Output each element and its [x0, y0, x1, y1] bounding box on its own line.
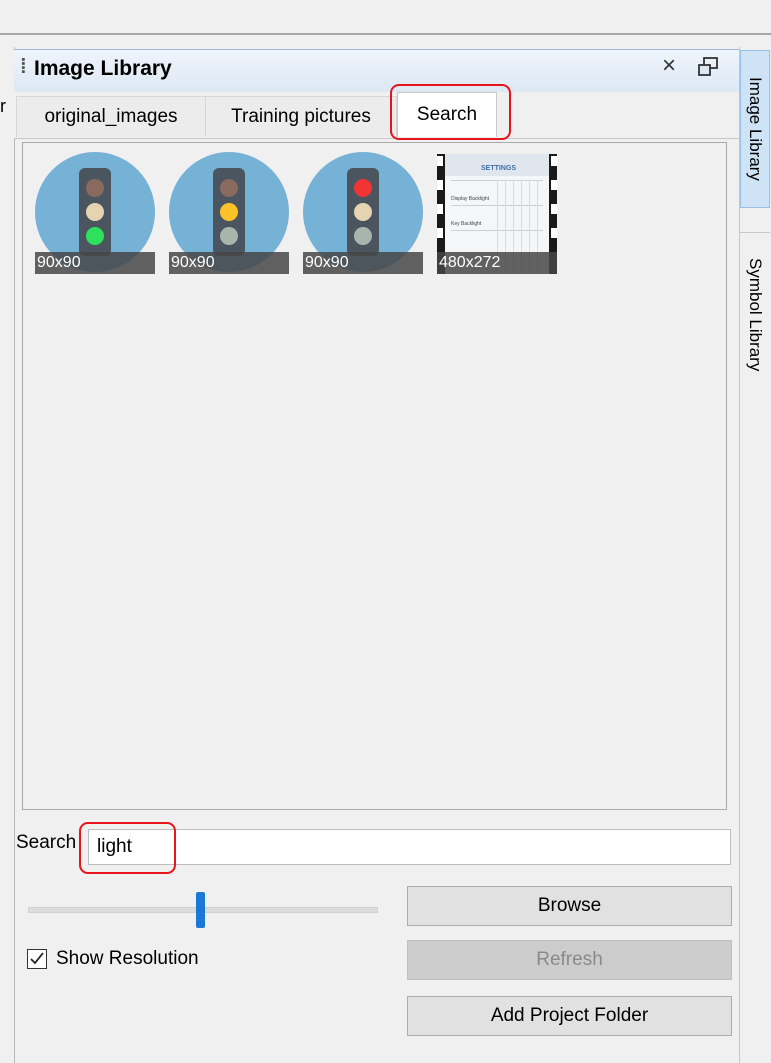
side-tab-label: Symbol Library: [746, 258, 765, 372]
checkmark-icon: [30, 952, 44, 965]
show-resolution-checkbox[interactable]: [27, 949, 47, 969]
add-project-folder-button[interactable]: Add Project Folder: [407, 996, 732, 1036]
show-resolution-label: Show Resolution: [56, 948, 199, 969]
close-icon[interactable]: ×: [662, 52, 676, 80]
image-thumbnail[interactable]: 90x90: [35, 150, 155, 274]
tab-original-images[interactable]: original_images: [16, 96, 206, 137]
resolution-label: 480x272: [437, 252, 557, 274]
refresh-button[interactable]: Refresh: [407, 940, 732, 980]
thumb-title: SETTINGS: [481, 165, 516, 172]
left-panel-stub: r: [0, 96, 6, 116]
panel-title: Image Library: [34, 57, 172, 80]
top-divider: [0, 33, 771, 35]
image-thumbnail[interactable]: SETTINGS Display Backlight Key Backlight…: [437, 150, 557, 274]
side-tab-image-library[interactable]: Image Library: [740, 50, 770, 208]
browse-button[interactable]: Browse: [407, 886, 732, 926]
left-panel-divider: [0, 935, 12, 937]
resolution-label: 90x90: [303, 252, 423, 274]
tab-search[interactable]: Search: [397, 92, 497, 137]
tab-training-pictures[interactable]: Training pictures: [205, 96, 397, 137]
slider-thumb[interactable]: [196, 892, 205, 928]
float-window-icon[interactable]: [696, 56, 720, 78]
search-label: Search: [16, 832, 77, 853]
resolution-label: 90x90: [169, 252, 289, 274]
side-tab-symbol-library[interactable]: Symbol Library: [740, 252, 770, 378]
thumb-line: Key Backlight: [451, 221, 482, 227]
side-tab-divider: [740, 232, 770, 233]
drag-grip-icon[interactable]: ⁞: [20, 56, 27, 79]
resolution-label: 90x90: [35, 252, 155, 274]
thumb-line: Display Backlight: [451, 196, 490, 202]
side-tab-label: Image Library: [746, 77, 765, 181]
image-thumbnail[interactable]: 90x90: [303, 150, 423, 274]
search-input[interactable]: [88, 829, 731, 865]
image-thumbnail[interactable]: 90x90: [169, 150, 289, 274]
